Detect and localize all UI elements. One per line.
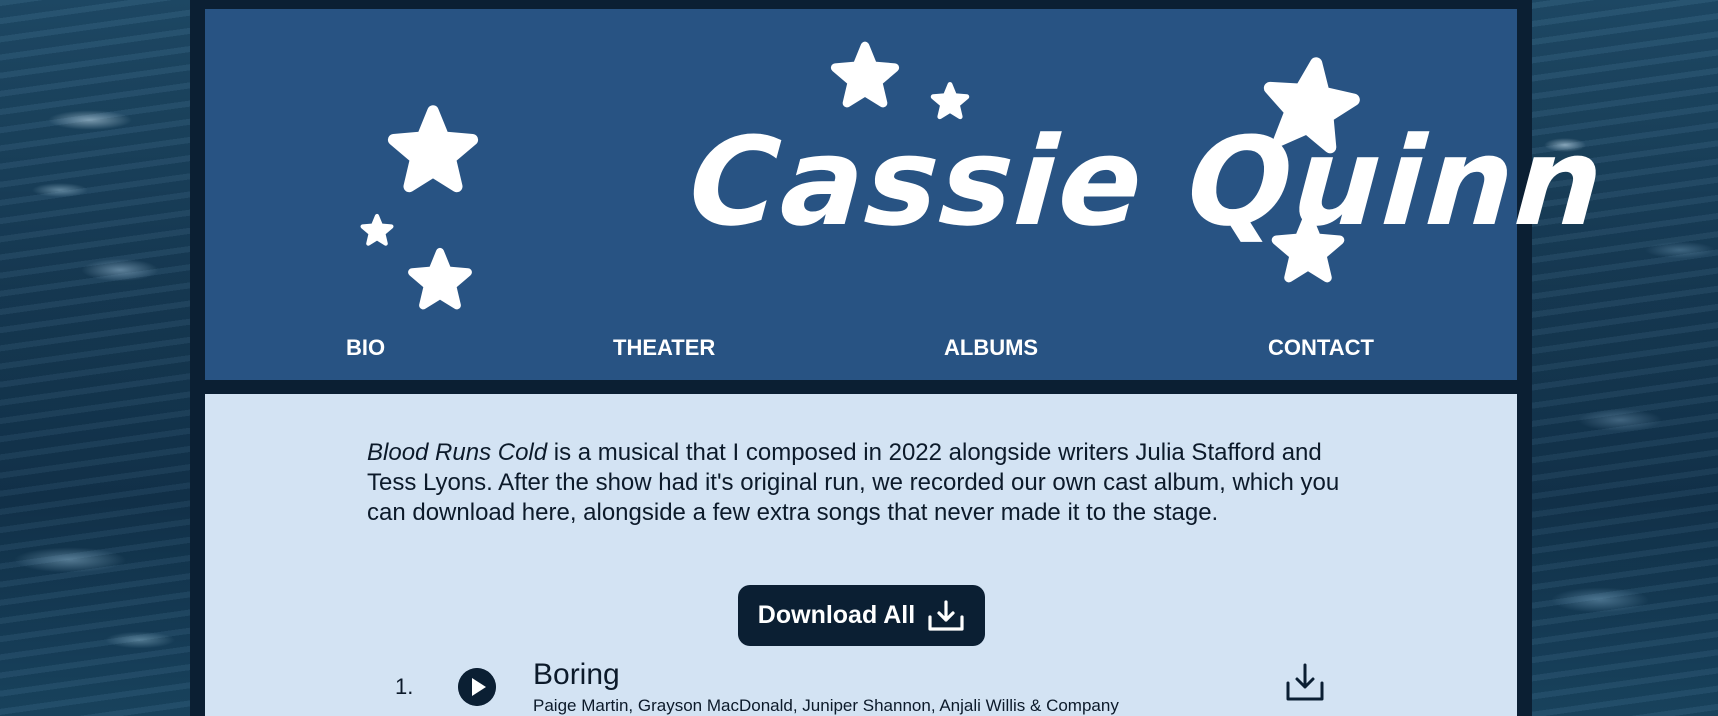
download-all-label: Download All <box>757 601 916 629</box>
nav-item-contact[interactable]: CONTACT <box>1268 335 1374 361</box>
star-icon <box>835 46 895 103</box>
site-header: Cassie Quinn BIO THEATER ALBUMS CONTACT <box>205 9 1609 380</box>
track-artists: Paige Martin, Grayson MacDonald, Juniper… <box>533 696 1119 715</box>
track-title: Boring <box>533 658 620 691</box>
download-all-button[interactable]: Download All <box>738 585 985 646</box>
download-icon <box>928 599 964 631</box>
play-icon[interactable] <box>458 668 496 706</box>
download-icon[interactable] <box>1285 663 1325 703</box>
star-icon <box>363 216 392 244</box>
album-description: Blood Runs Cold is a musical that I comp… <box>367 438 1347 528</box>
main-content: Blood Runs Cold is a musical that I comp… <box>205 394 1517 716</box>
nav-item-albums[interactable]: ALBUMS <box>944 335 1038 361</box>
site-logo-title: Cassie Quinn <box>685 111 1610 253</box>
star-icon <box>394 111 473 186</box>
nav-item-bio[interactable]: BIO <box>346 335 385 361</box>
nav-item-theater[interactable]: THEATER <box>613 335 715 361</box>
star-icon <box>412 252 468 305</box>
track-number: 1. <box>395 674 414 699</box>
musical-title: Blood Runs Cold <box>367 439 548 466</box>
